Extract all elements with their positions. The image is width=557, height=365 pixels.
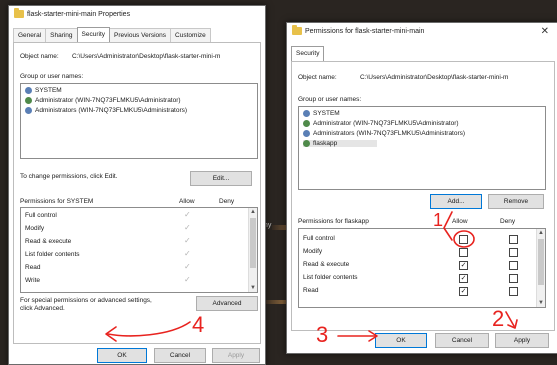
- annotation-number-1: 1: [433, 210, 443, 230]
- annotation-number-3: 3: [316, 322, 328, 347]
- annotation-number-4: 4: [192, 312, 204, 337]
- annotation-line-1: [443, 211, 453, 241]
- annotation-number-2: 2: [492, 306, 504, 331]
- annotation-arrow-to-apply: [505, 311, 515, 327]
- annotation-arrow-to-ok: [107, 321, 191, 337]
- annotation-layer: 4 1 3 2: [105, 210, 518, 347]
- annotation-circle-full-control: [453, 230, 475, 248]
